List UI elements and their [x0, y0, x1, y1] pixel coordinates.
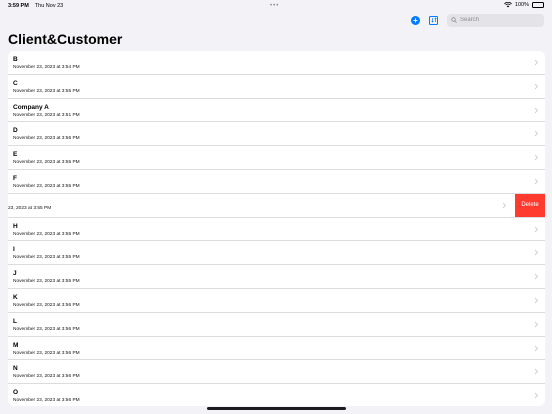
add-button[interactable]: + — [411, 15, 420, 25]
list-item[interactable]: L November 23, 2023 at 3:56 PM — [8, 313, 545, 337]
row-date: November 23, 2023 at 3:55 PM — [13, 183, 80, 189]
chevron-right-icon — [534, 107, 539, 113]
chevron-right-icon — [534, 345, 539, 351]
chevron-right-icon — [534, 59, 539, 66]
chevron-right-icon — [534, 131, 539, 137]
list-item[interactable]: E November 23, 2023 at 3:55 PM — [8, 146, 545, 170]
list-item[interactable]: I November 23, 2023 at 3:55 PM — [8, 241, 545, 266]
row-name: Company A — [13, 103, 49, 111]
row-name: C — [13, 79, 18, 87]
toolbar: + — [411, 12, 544, 28]
search-input[interactable] — [460, 17, 540, 23]
row-date: November 23, 2023 at 3:56 PM — [13, 302, 80, 308]
chevron-right-icon — [534, 297, 539, 304]
list-item[interactable]: N November 23, 2023 at 3:56 PM — [8, 360, 545, 385]
row-name: L — [13, 317, 17, 325]
row-name: M — [13, 341, 19, 349]
list-item[interactable]: K November 23, 2023 at 3:56 PM — [8, 289, 545, 313]
wifi-icon — [504, 2, 512, 8]
row-date: November 23, 2023 at 3:56 PM — [13, 374, 80, 380]
row-date: November 23, 2023 at 3:55 PM — [13, 160, 80, 166]
multitasking-dots-icon[interactable]: ••• — [270, 3, 279, 9]
row-date: 23, 2023 at 3:55 PM — [8, 205, 52, 211]
row-date: November 23, 2023 at 3:55 PM — [13, 88, 80, 94]
row-date: November 23, 2023 at 3:56 PM — [13, 326, 80, 332]
delete-button[interactable]: Delete — [515, 193, 545, 217]
chevron-right-icon — [534, 369, 539, 375]
home-indicator[interactable] — [207, 407, 346, 410]
chevron-right-icon — [534, 250, 539, 256]
client-list: B November 23, 2023 at 3:54 PM C Novembe… — [8, 51, 545, 406]
status-right: 100% — [504, 2, 544, 8]
row-date: November 23, 2023 at 3:55 PM — [13, 279, 80, 285]
row-date: November 23, 2023 at 3:55 PM — [13, 231, 80, 237]
row-name: H — [13, 222, 18, 230]
status-date: Thu Nov 23 — [34, 3, 64, 9]
search-icon — [451, 17, 457, 23]
list-item[interactable]: Company A November 23, 2023 at 3:51 PM — [8, 99, 545, 123]
chevron-right-icon — [534, 273, 539, 280]
row-date: November 23, 2023 at 3:56 PM — [13, 350, 80, 356]
row-name: D — [13, 127, 18, 135]
chevron-right-icon — [534, 154, 539, 161]
row-name: F — [13, 174, 17, 182]
row-name: N — [13, 365, 18, 373]
sort-button[interactable] — [429, 15, 438, 25]
sort-icon — [430, 17, 437, 23]
page-title: Client&Customer — [8, 31, 123, 47]
list-item[interactable]: H November 23, 2023 at 3:55 PM — [8, 218, 545, 242]
row-date: November 23, 2023 at 3:51 PM — [13, 112, 80, 118]
chevron-right-icon — [534, 83, 539, 90]
battery-percent: 100% — [514, 2, 529, 8]
search-field[interactable] — [447, 13, 544, 27]
list-item-swiped[interactable]: 23, 2023 at 3:55 PM Delete — [8, 193, 545, 218]
chevron-right-icon — [502, 202, 507, 209]
row-name: O — [13, 389, 19, 397]
row-name: B — [13, 56, 18, 63]
list-item[interactable]: O November 23, 2023 at 3:56 PM — [8, 384, 545, 406]
list-item[interactable]: M November 23, 2023 at 3:56 PM — [8, 337, 545, 361]
row-name: K — [13, 293, 18, 301]
list-item[interactable]: J November 23, 2023 at 3:55 PM — [8, 265, 545, 289]
row-date: November 23, 2023 at 3:54 PM — [13, 65, 80, 70]
row-date: November 23, 2023 at 3:56 PM — [13, 398, 80, 404]
battery-icon — [532, 2, 544, 8]
row-date: November 23, 2023 at 3:55 PM — [13, 255, 80, 261]
row-name: I — [13, 246, 15, 254]
chevron-right-icon — [534, 321, 539, 328]
list-item[interactable]: C November 23, 2023 at 3:55 PM — [8, 75, 545, 99]
chevron-right-icon — [534, 226, 539, 232]
row-name: J — [13, 270, 17, 278]
list-item[interactable]: B November 23, 2023 at 3:54 PM — [8, 51, 545, 75]
chevron-right-icon — [534, 392, 539, 399]
row-name: E — [13, 151, 18, 159]
row-date: November 23, 2023 at 3:56 PM — [13, 136, 80, 142]
status-bar: 3:59 PM Thu Nov 23 ••• 100% — [0, 0, 552, 12]
list-item[interactable]: F November 23, 2023 at 3:55 PM — [8, 170, 545, 194]
list-item[interactable]: D November 23, 2023 at 3:56 PM — [8, 122, 545, 147]
status-time: 3:59 PM — [8, 3, 29, 9]
chevron-right-icon — [534, 178, 539, 185]
